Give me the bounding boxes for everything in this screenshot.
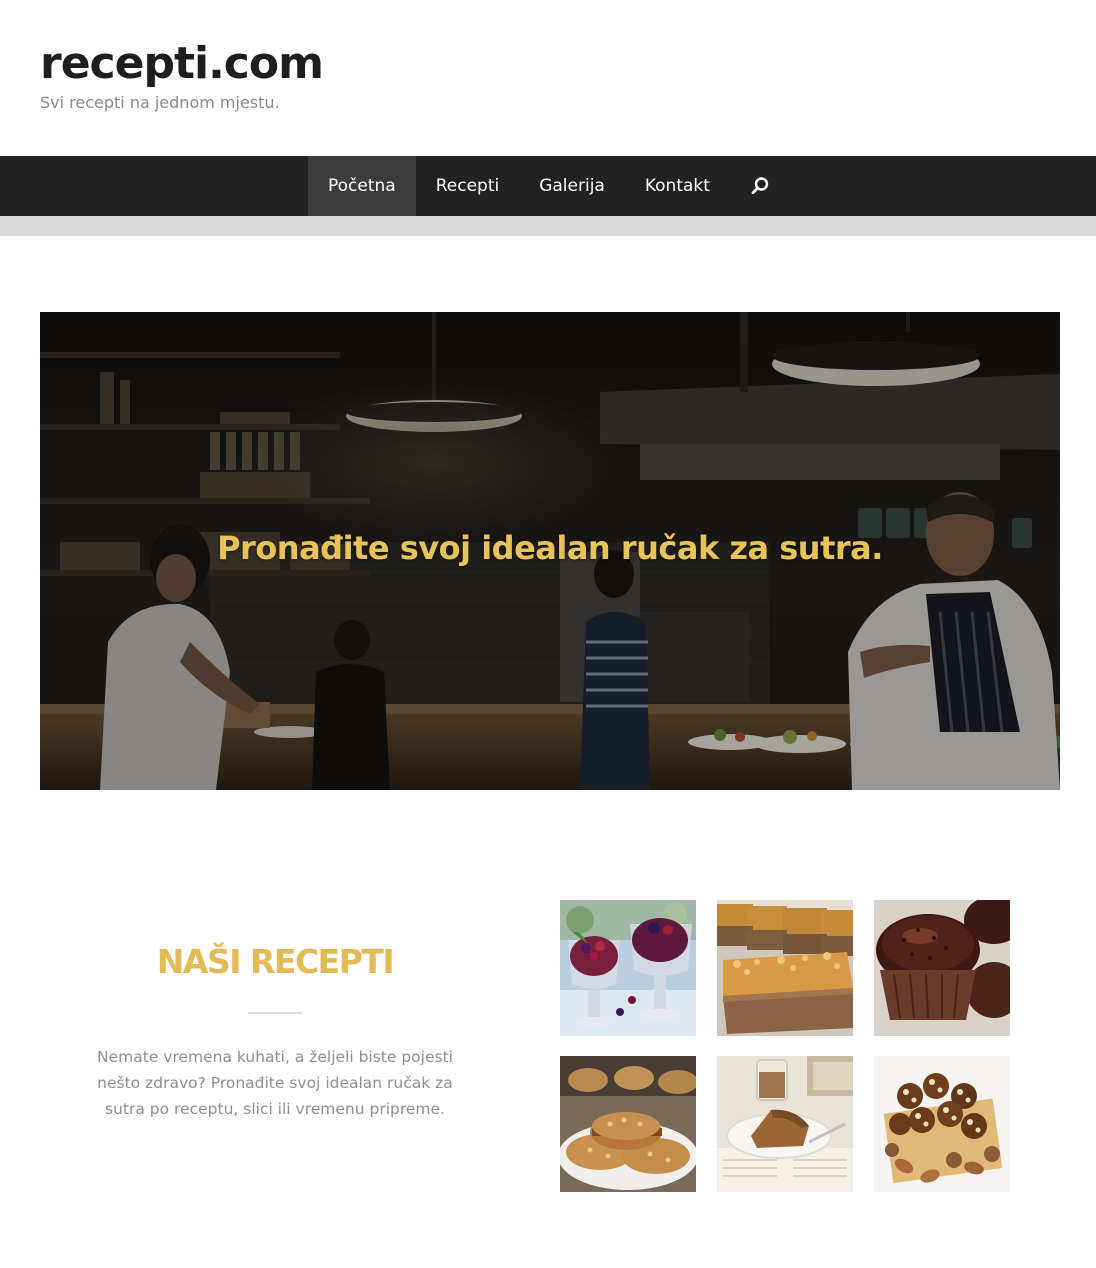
hero-banner: Pronađite svoj idealan ručak za sutra. xyxy=(40,312,1060,790)
nut-bites-image xyxy=(874,1056,1010,1192)
nav-item-recepti[interactable]: Recepti xyxy=(416,156,520,216)
recipe-image-oat-bars[interactable] xyxy=(717,900,853,1036)
recipe-image-berry-dessert[interactable] xyxy=(560,900,696,1036)
heading-divider xyxy=(248,1012,302,1014)
site-tagline: Svi recepti na jednom mjestu. xyxy=(40,93,280,112)
oat-cookies-image xyxy=(560,1056,696,1192)
main-navigation: Početna Recepti Galerija Kontakt xyxy=(0,156,1096,216)
site-title[interactable]: recepti.com xyxy=(40,36,324,92)
coffee-cake-image xyxy=(717,1056,853,1192)
oat-bars-image xyxy=(717,900,853,1036)
recipe-image-coffee-cake[interactable] xyxy=(717,1056,853,1192)
recipe-image-chocolate-cupcakes[interactable] xyxy=(874,900,1010,1036)
nav-item-pocetna[interactable]: Početna xyxy=(308,156,416,216)
search-icon xyxy=(752,177,769,195)
hero-headline: Pronađite svoj idealan ručak za sutra. xyxy=(217,529,883,567)
recipe-image-nut-bites[interactable] xyxy=(874,1056,1010,1192)
nav-shadow-band xyxy=(0,216,1096,236)
nav-item-galerija[interactable]: Galerija xyxy=(519,156,625,216)
recipes-heading: NAŠI RECEPTI xyxy=(156,942,395,981)
berry-dessert-image xyxy=(560,900,696,1036)
recipes-description: Nemate vremena kuhati, a željeli biste p… xyxy=(97,1048,453,1118)
nav-list: Početna Recepti Galerija Kontakt xyxy=(308,156,791,216)
recipe-image-oat-cookies[interactable] xyxy=(560,1056,696,1192)
nav-item-kontakt[interactable]: Kontakt xyxy=(625,156,730,216)
site-header: recepti.com Svi recepti na jednom mjestu… xyxy=(0,0,1096,156)
chocolate-cupcakes-image xyxy=(874,900,1010,1036)
search-button[interactable] xyxy=(730,156,791,216)
